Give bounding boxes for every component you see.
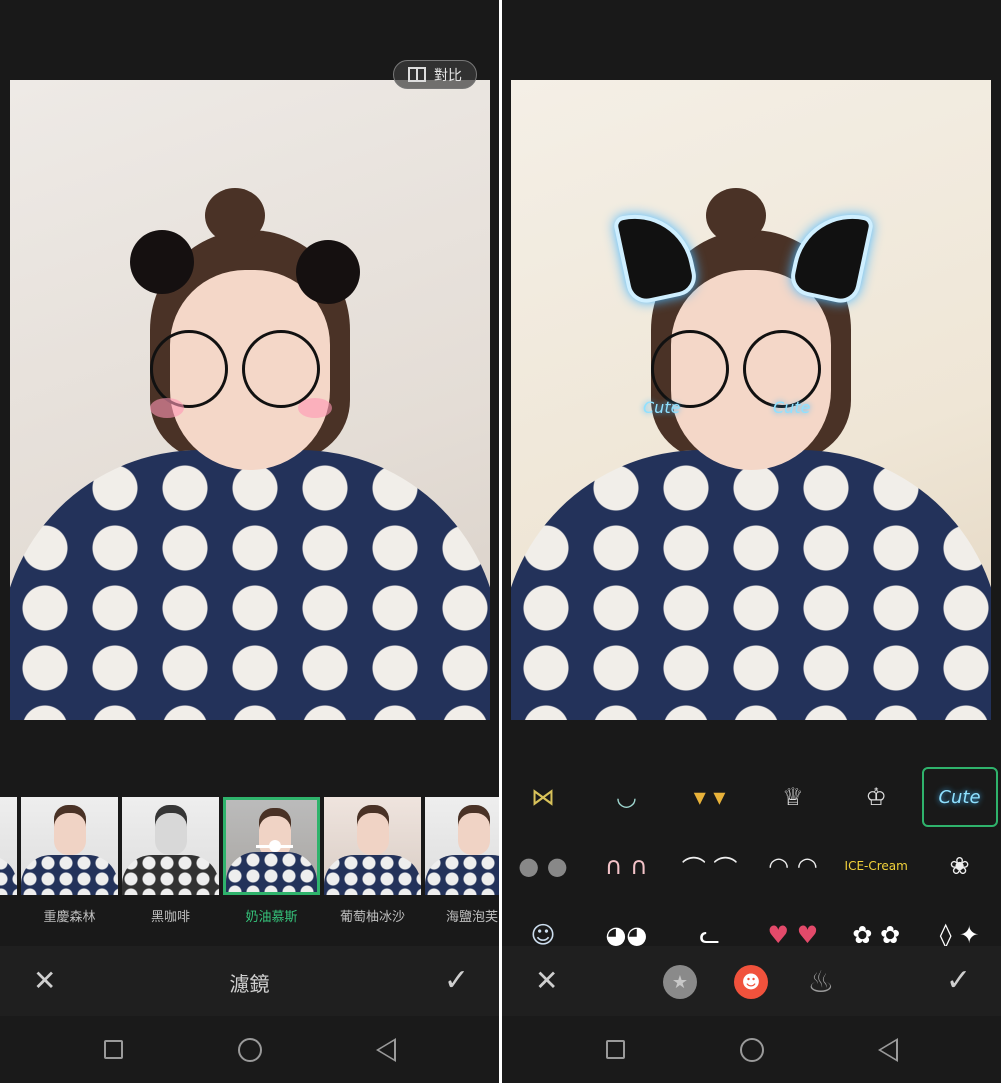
compare-label: 對比 [434,67,462,84]
recents-icon[interactable] [104,1040,123,1059]
sticker-editor-screen: Cute Cute ⋈ ◡ ▾ ▾ ♕ ♔ Cute ● ● ∩ ∩ ⌒ ⌒ ◠ ◠ ICE-Cre… [502,0,1001,1083]
glasses-sticker [242,330,320,408]
back-icon[interactable] [376,1038,396,1062]
compare-button[interactable]: 對比 [393,60,477,89]
filter-label[interactable]: 黑咖啡 [122,906,219,925]
hair-bun [205,188,265,243]
filter-editor-screen: 對比 重慶森林 黑咖啡 奶油慕斯 葡萄柚冰沙 海鹽泡芙 ✕ 濾鏡 ✓ [0,0,499,1083]
glowing-cat-ear-sticker [787,203,875,307]
sticker-panda[interactable]: ◕◕ [588,905,664,946]
filter-label[interactable]: 海鹽泡芙 [446,906,499,925]
glowing-cat-ear-sticker [612,203,700,307]
filter-thumb-selected[interactable] [223,797,320,895]
intensity-slider[interactable] [256,840,293,852]
sticker-bird-headphones[interactable]: ☺ [505,905,581,946]
bottom-toolbar: ✕ ★ ☻ ♨ ✓ [502,946,1001,1016]
sticker-crown[interactable]: ♕ [755,767,831,827]
panda-ear-sticker [130,230,194,294]
filter-thumb[interactable] [425,797,499,895]
close-icon[interactable]: ✕ [535,966,558,996]
polka-dot-shirt [511,450,991,720]
filter-label-selected[interactable]: 奶油慕斯 [223,906,320,925]
home-icon[interactable] [238,1038,262,1062]
photo-preview: Cute Cute [511,80,991,720]
sticker-cat-face-blush[interactable]: ◠ ◠ [755,836,831,896]
filter-thumb[interactable] [122,797,219,895]
sticker-grid[interactable]: ⋈ ◡ ▾ ▾ ♕ ♔ Cute ● ● ∩ ∩ ⌒ ⌒ ◠ ◠ ICE-Cream ❀ ☺ ◕◕ ᓚ ♥ ♥… [502,765,1001,946]
system-nav-bar [0,1016,499,1083]
recents-icon[interactable] [606,1040,625,1059]
favorites-tab-icon[interactable]: ★ [663,965,697,999]
polka-dot-shirt [10,450,490,720]
filter-label[interactable]: 重慶森林 [21,906,118,925]
filter-thumb[interactable] [0,797,17,895]
face-stickers-tab-icon[interactable]: ☻ [734,965,768,999]
compare-icon [408,67,426,82]
sticker-mouse-ears[interactable]: ● ● [505,836,581,896]
sticker-bells[interactable]: ▾ ▾ [672,767,748,827]
cute-text-sticker: Cute [773,398,811,417]
sticker-white-cat[interactable]: ᓚ [672,905,748,946]
sticker-bow-headband[interactable]: ⋈ [505,767,581,827]
sticker-ice-cream[interactable]: ICE-Cream [838,836,914,896]
panda-ear-sticker [296,240,360,304]
home-icon[interactable] [740,1038,764,1062]
check-icon[interactable]: ✓ [946,966,971,996]
hair-bun [706,188,766,243]
filter-thumb[interactable] [21,797,118,895]
glasses-sticker [651,330,729,408]
sticker-bunny-ears[interactable]: ∩ ∩ [588,836,664,896]
sticker-cherries[interactable]: ♥ ♥ [755,905,831,946]
filter-strip[interactable] [0,797,499,895]
system-nav-bar [502,1016,1001,1083]
bottom-toolbar: ✕ 濾鏡 ✓ [0,946,499,1016]
toolbar-title: 濾鏡 [229,972,270,996]
sticker-cute-cat-glow[interactable]: Cute [921,767,998,827]
back-icon[interactable] [878,1038,898,1062]
cute-text-sticker: Cute [643,398,681,417]
hot-tab-icon[interactable]: ♨ [804,965,838,1000]
photo-preview [10,80,490,720]
glasses-sticker [743,330,821,408]
sticker-flowers[interactable]: ✿ ✿ [838,905,914,946]
glasses-sticker [150,330,228,408]
sticker-tiara[interactable]: ♔ [838,767,914,827]
filter-thumb[interactable] [324,797,421,895]
blush-sticker [150,398,184,418]
check-icon[interactable]: ✓ [444,966,469,996]
sticker-pompom[interactable]: ❀ [922,836,998,896]
sticker-sparkle[interactable]: ◊ ✦ [922,905,998,946]
blush-sticker [298,398,332,418]
filter-label[interactable]: 葡萄柚冰沙 [324,906,421,925]
sticker-animal-headband[interactable]: ◡ [588,767,664,827]
sticker-cat-ears[interactable]: ⌒ ⌒ [672,836,748,896]
